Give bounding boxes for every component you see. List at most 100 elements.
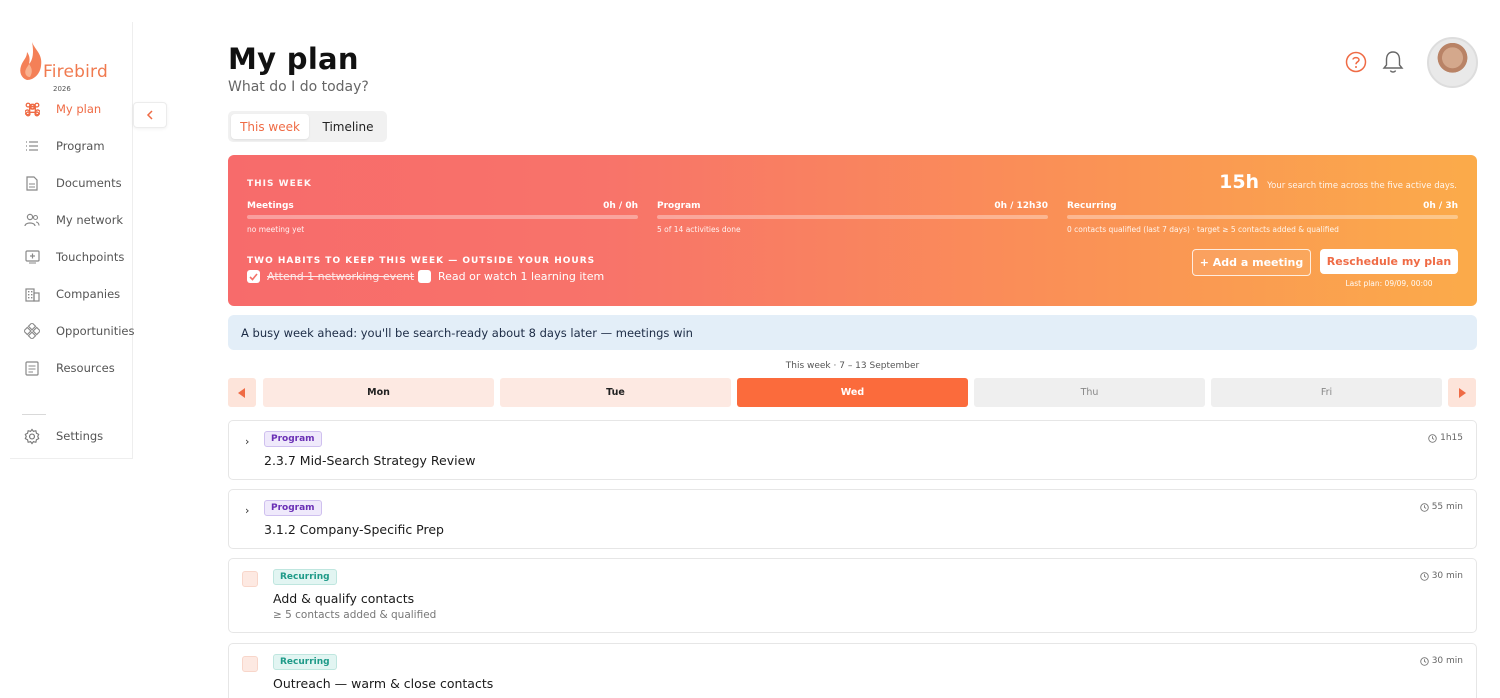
sidebar-item-resources[interactable]: Resources: [10, 355, 133, 381]
habit-learning[interactable]: Read or watch 1 learning item: [418, 270, 604, 283]
habit-networking[interactable]: Attend 1 networking event: [247, 270, 414, 283]
previous-week-button[interactable]: [228, 378, 256, 407]
triangle-right-icon: [1459, 387, 1466, 398]
task-card[interactable]: › Program 3.1.2 Company-Specific Prep 55…: [228, 489, 1477, 549]
add-meeting-button[interactable]: + Add a meeting: [1192, 249, 1311, 276]
banner-eyebrow: THIS WEEK: [247, 179, 312, 189]
habit-checkbox[interactable]: [418, 270, 431, 283]
metric-note: 0 contacts qualified (last 7 days) · tar…: [1067, 225, 1339, 234]
sidebar-item-label: Settings: [56, 429, 104, 443]
task-title: Add & qualify contacts: [273, 591, 415, 606]
app: Firebird 2026 My plan Program Documents …: [0, 0, 1500, 698]
page-subtitle: What do I do today?: [228, 79, 369, 95]
sidebar: Firebird 2026 My plan Program Documents …: [10, 22, 167, 459]
day-mon[interactable]: Mon: [263, 378, 494, 407]
document-icon: [24, 175, 40, 191]
list-icon: [24, 138, 40, 154]
day-thu[interactable]: Thu: [974, 378, 1205, 407]
sidebar-item-companies[interactable]: Companies: [10, 281, 133, 307]
sidebar-divider: [22, 414, 46, 415]
task-subtitle: ≥ 5 contacts added & qualified: [273, 609, 437, 621]
task-tag: Recurring: [273, 654, 337, 670]
task-duration: 30 min: [1419, 656, 1463, 666]
metric-note: no meeting yet: [247, 225, 305, 234]
task-duration-value: 1h15: [1440, 433, 1463, 443]
task-title: 2.3.7 Mid-Search Strategy Review: [264, 453, 476, 468]
triangle-left-icon: [238, 387, 245, 398]
sidebar-item-my-network[interactable]: My network: [10, 207, 133, 233]
reschedule-plan-button[interactable]: Reschedule my plan: [1320, 249, 1458, 274]
tab-this-week[interactable]: This week: [231, 114, 309, 139]
people-icon: [24, 212, 40, 228]
habit-checkbox[interactable]: [247, 270, 260, 283]
weekly-hours: 15h Your search time across the five act…: [1219, 171, 1457, 193]
metric-name: Recurring: [1067, 201, 1117, 211]
command-icon: [24, 101, 40, 117]
metric-note: 5 of 14 activities done: [657, 225, 741, 234]
sidebar-item-settings[interactable]: Settings: [10, 423, 133, 449]
task-checkbox[interactable]: [242, 571, 258, 587]
task-duration-value: 30 min: [1431, 656, 1463, 666]
brand-year: 2026: [53, 85, 71, 93]
next-week-button[interactable]: [1448, 378, 1476, 407]
task-card[interactable]: Recurring Outreach — warm & close contac…: [228, 643, 1477, 698]
sidebar-item-my-plan[interactable]: My plan: [10, 96, 133, 122]
user-avatar[interactable]: [1427, 37, 1478, 88]
clock-icon: [1419, 502, 1429, 512]
task-duration: 1h15: [1428, 433, 1463, 443]
task-tag: Program: [264, 500, 322, 516]
building-icon: [24, 286, 40, 302]
weekly-hours-value: 15h: [1219, 171, 1260, 193]
page-title: My plan: [228, 42, 359, 76]
day-fri[interactable]: Fri: [1211, 378, 1442, 407]
tab-timeline[interactable]: Timeline: [311, 114, 385, 139]
collapse-sidebar-button[interactable]: [133, 102, 167, 128]
week-range-label: This week · 7 – 13 September: [785, 361, 920, 371]
weekly-hours-note: Your search time across the five active …: [1267, 181, 1457, 191]
task-tag: Recurring: [273, 569, 337, 585]
sidebar-item-documents[interactable]: Documents: [10, 170, 133, 196]
help-button[interactable]: [1345, 51, 1367, 77]
task-duration: 55 min: [1419, 502, 1463, 512]
habit-label: Attend 1 networking event: [267, 270, 415, 283]
diamond-icon: [24, 323, 40, 339]
task-title: 3.1.2 Company-Specific Prep: [264, 522, 444, 537]
metric-progress-track: [657, 215, 1048, 219]
task-title: Outreach — warm & close contacts: [273, 676, 494, 691]
metric-progress-track: [1067, 215, 1458, 219]
task-card[interactable]: Recurring Add & qualify contacts ≥ 5 con…: [228, 558, 1477, 633]
sidebar-item-program[interactable]: Program: [10, 133, 133, 159]
bell-icon: [1382, 51, 1404, 73]
expand-chevron-icon[interactable]: ›: [245, 435, 249, 448]
sidebar-item-label: Touchpoints: [56, 250, 125, 264]
help-icon: [1345, 51, 1367, 73]
task-card[interactable]: › Program 2.3.7 Mid-Search Strategy Revi…: [228, 420, 1477, 480]
metric-name: Meetings: [247, 201, 294, 211]
task-checkbox[interactable]: [242, 656, 258, 672]
sidebar-item-label: My plan: [56, 102, 102, 116]
day-wed[interactable]: Wed: [737, 378, 968, 407]
add-box-icon: [24, 249, 40, 265]
habits-title: TWO HABITS TO KEEP THIS WEEK — OUTSIDE Y…: [247, 256, 596, 266]
metric-name: Program: [657, 201, 701, 211]
brand-logo[interactable]: Firebird 2026: [17, 40, 127, 96]
sidebar-item-label: Program: [56, 139, 105, 153]
view-tabs: This week Timeline: [228, 111, 387, 142]
clock-icon: [1419, 571, 1429, 581]
sidebar-item-touchpoints[interactable]: Touchpoints: [10, 244, 133, 270]
expand-chevron-icon[interactable]: ›: [245, 504, 249, 517]
last-plan-timestamp: Last plan: 09/09, 00:00: [1345, 279, 1433, 288]
notifications-button[interactable]: [1381, 49, 1405, 79]
weekly-summary-banner: THIS WEEK 15h Your search time across th…: [228, 155, 1477, 306]
info-message: A busy week ahead: you'll be search-read…: [228, 315, 1477, 350]
sidebar-item-opportunities[interactable]: Opportunities: [10, 318, 134, 344]
brand-name: Firebird: [43, 62, 108, 82]
day-tue[interactable]: Tue: [500, 378, 731, 407]
task-duration: 30 min: [1419, 571, 1463, 581]
metric-value: 0h / 0h: [603, 201, 638, 211]
metric-progress-track: [247, 215, 638, 219]
metric-value: 0h / 3h: [1423, 201, 1458, 211]
clock-icon: [1419, 656, 1429, 666]
habit-label: Read or watch 1 learning item: [438, 270, 605, 283]
sidebar-item-label: My network: [56, 213, 124, 227]
